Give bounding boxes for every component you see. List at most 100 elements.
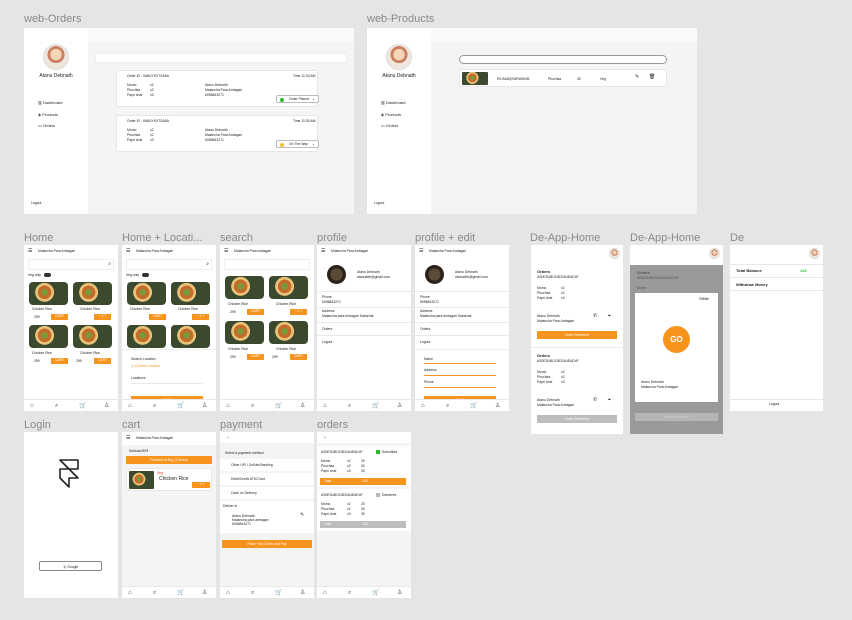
name-field[interactable]: Name	[424, 357, 433, 361]
add-to-cart-button[interactable]: CART	[247, 354, 264, 360]
search-input[interactable]	[224, 259, 310, 270]
search-input[interactable]	[459, 55, 667, 64]
cart-icon[interactable]: 🛒	[177, 403, 184, 409]
veg-only-toggle[interactable]	[142, 273, 149, 277]
home-icon[interactable]: ⌂	[30, 403, 34, 409]
back-arrow-icon[interactable]: ←	[226, 434, 231, 440]
map-pin-icon[interactable]: ⌖	[608, 397, 611, 403]
add-to-cart-button[interactable]: CART	[290, 354, 307, 360]
logout-link[interactable]: Logout	[420, 340, 430, 344]
logout-link[interactable]: Logout	[769, 402, 779, 406]
cart-icon[interactable]: 🛒	[372, 403, 379, 409]
food-image[interactable]	[29, 282, 68, 305]
phone-icon[interactable]: ✆	[593, 313, 597, 319]
proceed-to-buy-button[interactable]: Proceed to Buy (1 items)	[126, 456, 212, 464]
menu-icon[interactable]: ☰	[321, 248, 325, 254]
status-dropdown[interactable]: Order Placed ⌄	[276, 95, 319, 103]
go-button[interactable]: GO	[663, 326, 690, 353]
user-icon[interactable]: ♙	[300, 403, 305, 409]
search-icon[interactable]: ⌕	[251, 403, 254, 409]
user-icon[interactable]: ♙	[202, 403, 207, 409]
order-delivered-button[interactable]: Order Delivered	[537, 415, 617, 423]
food-image[interactable]	[127, 325, 166, 348]
trash-icon[interactable]: 🗑	[649, 74, 655, 80]
quantity-stepper[interactable]: − 1 +	[94, 314, 111, 320]
avatar[interactable]	[809, 248, 820, 259]
food-image[interactable]	[127, 282, 166, 305]
quantity-stepper[interactable]: − 1 +	[192, 314, 209, 320]
food-image[interactable]	[29, 325, 68, 348]
sidebar-item-products[interactable]: ◈ Products	[38, 112, 58, 117]
search-input[interactable]: ⌕	[126, 259, 212, 270]
current-location-button[interactable]: ◎ Current Location	[131, 364, 160, 368]
home-icon[interactable]: ⌂	[226, 590, 230, 596]
logout-link[interactable]: Logout	[322, 340, 332, 344]
payment-option-upi[interactable]: Other UPI / Do/Net Banking	[220, 459, 314, 471]
sidebar-item-dashboard[interactable]: ▥ Dashboard	[38, 100, 62, 105]
search-input[interactable]	[95, 53, 347, 63]
home-icon[interactable]: ⌂	[421, 403, 425, 409]
cart-icon[interactable]: 🛒	[79, 403, 86, 409]
edit-icon[interactable]: ✎	[635, 74, 639, 80]
user-icon[interactable]: ♙	[495, 403, 500, 409]
cart-icon[interactable]: 🛒	[275, 590, 282, 596]
user-icon[interactable]: ♙	[300, 590, 305, 596]
locations-field[interactable]: Locations	[131, 376, 146, 380]
menu-icon[interactable]: ☰	[419, 248, 423, 254]
sidebar-item-orders[interactable]: ▭ Orders	[381, 123, 398, 128]
home-icon[interactable]: ⌂	[323, 590, 327, 596]
food-image[interactable]	[171, 282, 210, 305]
user-icon[interactable]: ♙	[397, 590, 402, 596]
phone-icon[interactable]: ✆	[593, 397, 597, 403]
add-to-cart-button[interactable]: CART	[247, 309, 264, 315]
search-icon[interactable]: ⌕	[348, 590, 351, 596]
google-login-button[interactable]: ⓖ Google	[39, 561, 102, 571]
search-icon[interactable]: ⌕	[55, 403, 58, 409]
avatar[interactable]	[386, 44, 412, 70]
search-input[interactable]: ⌕	[28, 259, 114, 270]
search-icon[interactable]: ⌕	[153, 403, 156, 409]
logout-link[interactable]: Logout	[31, 201, 41, 205]
add-to-cart-button[interactable]: CART	[51, 314, 68, 320]
cart-icon[interactable]: 🛒	[275, 403, 282, 409]
user-icon[interactable]: ♙	[104, 403, 109, 409]
cart-icon[interactable]: 🛒	[177, 590, 184, 596]
avatar[interactable]	[327, 265, 346, 284]
home-icon[interactable]: ⌂	[323, 403, 327, 409]
food-image[interactable]	[225, 321, 264, 344]
withdraw-money-button[interactable]: Withdraw Money	[736, 282, 768, 287]
orders-link[interactable]: Orders	[420, 327, 430, 331]
order-delivered-button[interactable]: Order Delivered	[635, 413, 718, 421]
food-image[interactable]	[73, 325, 112, 348]
place-order-button[interactable]: Place Your Order and Pay	[222, 540, 312, 548]
avatar[interactable]	[425, 265, 444, 284]
menu-icon[interactable]: ☰	[224, 248, 228, 254]
menu-icon[interactable]: ☰	[126, 435, 130, 441]
avatar[interactable]	[709, 248, 720, 259]
home-icon[interactable]: ⌂	[128, 590, 132, 596]
sidebar-item-dashboard[interactable]: ▥ Dashboard	[381, 100, 405, 105]
quantity-stepper[interactable]: − 1 +	[192, 482, 210, 488]
sidebar-item-orders[interactable]: ▭ Orders	[38, 123, 55, 128]
home-icon[interactable]: ⌂	[226, 403, 230, 409]
avatar[interactable]	[43, 44, 69, 70]
food-image[interactable]	[73, 282, 112, 305]
food-image[interactable]	[269, 276, 308, 299]
quantity-stepper[interactable]: − 1 +	[290, 309, 307, 315]
food-image[interactable]	[171, 325, 210, 348]
payment-option-cod[interactable]: Cash on Delivery	[220, 487, 314, 499]
phone-field[interactable]: Phone	[424, 380, 434, 384]
food-image[interactable]	[225, 276, 264, 299]
edit-icon[interactable]: ✎	[300, 512, 304, 518]
user-icon[interactable]: ♙	[397, 403, 402, 409]
user-icon[interactable]: ♙	[202, 590, 207, 596]
back-arrow-icon[interactable]: ←	[323, 434, 328, 440]
veg-only-toggle[interactable]	[44, 273, 51, 277]
menu-icon[interactable]: ☰	[126, 248, 130, 254]
address-field[interactable]: Address	[424, 368, 436, 372]
add-to-cart-button[interactable]: CART	[94, 358, 111, 364]
food-image[interactable]	[269, 321, 308, 344]
menu-icon[interactable]: ☰	[28, 248, 32, 254]
sidebar-item-products[interactable]: ◈ Products	[381, 112, 401, 117]
add-to-cart-button[interactable]: CART	[149, 314, 166, 320]
